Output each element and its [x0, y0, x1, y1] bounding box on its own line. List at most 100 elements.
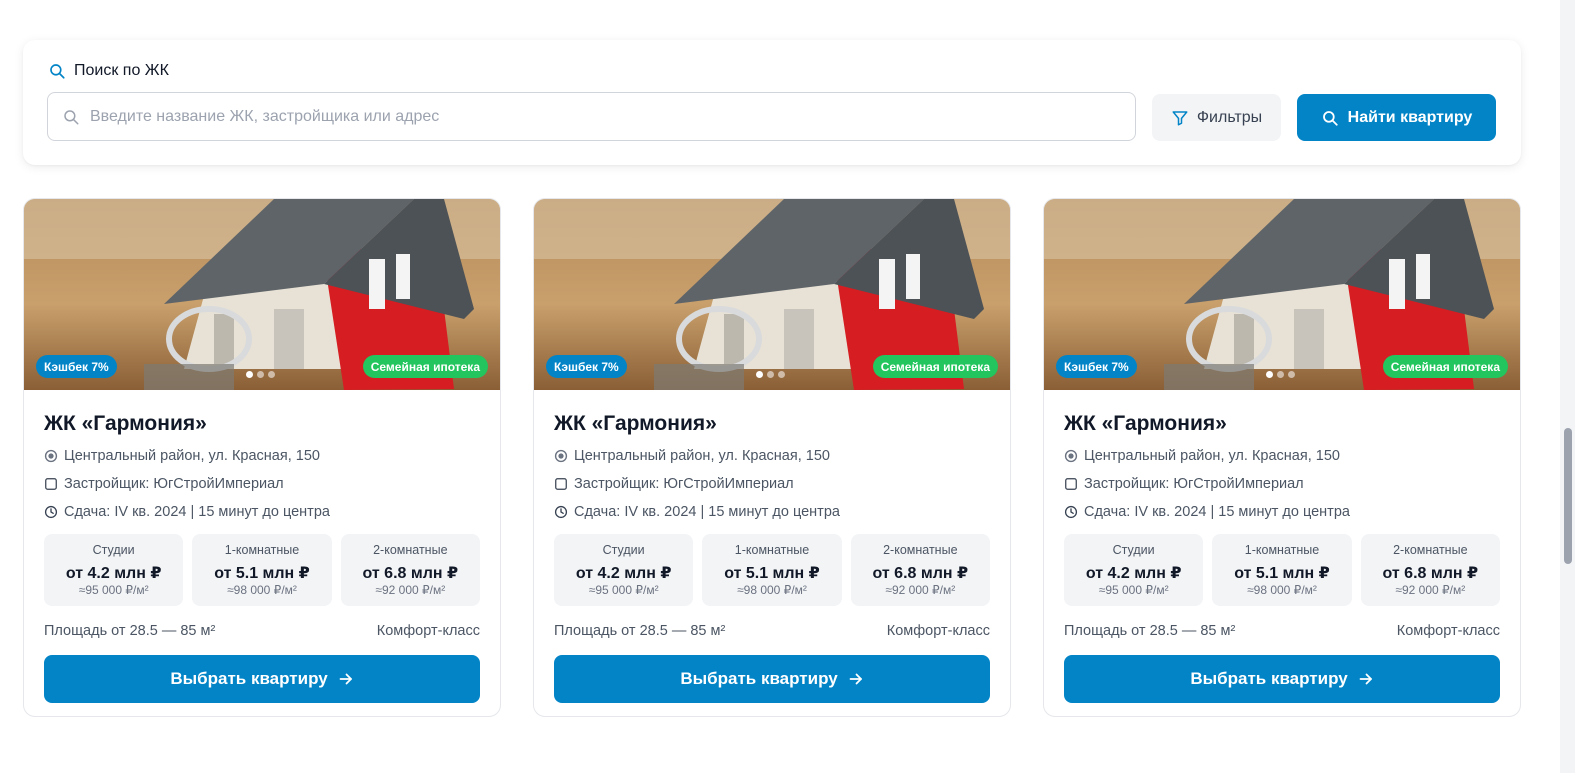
class-text: Комфорт-класс [376, 623, 480, 639]
arrow-right-icon [339, 673, 352, 685]
search-input[interactable] [90, 107, 1135, 126]
address-text: Центральный район, ул. Красная, 150 [1084, 448, 1340, 464]
address-row: Центральный район, ул. Красная, 150 [1064, 446, 1500, 466]
price-grid: Студии от 4.2 млн ₽ ≈95 000 ₽/м² 1-комна… [1064, 534, 1500, 606]
price-value: от 6.8 млн ₽ [362, 565, 459, 582]
clock-icon [554, 505, 568, 519]
select-apartment-button[interactable]: Выбрать квартиру [554, 655, 990, 703]
clock-icon [44, 505, 58, 519]
price-box-2-room: 2-комнатные от 6.8 млн ₽ ≈92 000 ₽/м² [850, 534, 990, 606]
price-label: 2-комнатные [373, 543, 448, 557]
family-mortgage-badge: Семейная ипотека [872, 355, 998, 378]
carousel-dot[interactable] [268, 371, 275, 378]
filter-icon [1172, 110, 1188, 125]
price-per-m2: ≈95 000 ₽/м² [1098, 583, 1169, 597]
price-label: 1-комнатные [734, 543, 810, 557]
price-grid: Студии от 4.2 млн ₽ ≈95 000 ₽/м² 1-комна… [554, 534, 990, 606]
search-title: Поиск по ЖК [48, 62, 169, 80]
carousel-dot[interactable] [1288, 371, 1295, 378]
search-panel: Поиск по ЖК Фильтры Найти квартиру [23, 40, 1521, 165]
area-text: Площадь от 28.5 — 85 м² [44, 623, 216, 639]
carousel-dot[interactable] [246, 371, 253, 378]
photo-carousel-dots [1266, 371, 1295, 378]
carousel-dot[interactable] [257, 371, 264, 378]
scrollbar-thumb[interactable] [1564, 428, 1572, 564]
delivery-row: Сдача: IV кв. 2024 | 15 минут до центра [1064, 502, 1500, 522]
photo-carousel-dots [756, 371, 785, 378]
complex-photo[interactable]: Кэшбек 7% Семейная ипотека [1044, 199, 1520, 390]
price-per-m2: ≈95 000 ₽/м² [588, 583, 659, 597]
delivery-text: Сдача: IV кв. 2024 | 15 минут до центра [1084, 504, 1350, 520]
find-apartment-button-label: Найти квартиру [1347, 108, 1473, 126]
delivery-row: Сдача: IV кв. 2024 | 15 минут до центра [44, 502, 480, 522]
search-title-text: Поиск по ЖК [74, 62, 169, 79]
carousel-dot[interactable] [756, 371, 763, 378]
carousel-dot[interactable] [767, 371, 774, 378]
complex-photo[interactable]: Кэшбек 7% Семейная ипотека [534, 199, 1010, 390]
location-icon [44, 449, 58, 463]
price-per-m2: ≈95 000 ₽/м² [78, 583, 149, 597]
building-icon [1065, 478, 1077, 490]
carousel-dot[interactable] [1277, 371, 1284, 378]
developer-text: Застройщик: ЮгСтройИмпериал [1084, 476, 1304, 492]
price-value: от 5.1 млн ₽ [214, 565, 310, 582]
delivery-text: Сдача: IV кв. 2024 | 15 минут до центра [574, 504, 840, 520]
price-label: 1-комнатные [1244, 543, 1320, 557]
address-text: Центральный район, ул. Красная, 150 [574, 448, 830, 464]
carousel-dot[interactable] [1266, 371, 1273, 378]
complex-title: ЖК «Гармония» [44, 412, 207, 435]
complex-title: ЖК «Гармония» [1064, 412, 1227, 435]
cashback-badge: Кэшбек 7% [1056, 355, 1137, 378]
price-value: от 4.2 млн ₽ [575, 565, 672, 582]
meta-row: Площадь от 28.5 — 85 м² Комфорт-класс [44, 623, 480, 643]
select-apartment-button[interactable]: Выбрать квартиру [44, 655, 480, 703]
complex-title: ЖК «Гармония» [554, 412, 717, 435]
price-per-m2: ≈98 000 ₽/м² [1247, 583, 1317, 597]
select-apartment-button-label: Выбрать квартиру [170, 669, 328, 688]
price-label: 1-комнатные [224, 543, 300, 557]
arrow-right-icon [849, 673, 862, 685]
page-scrollbar[interactable] [1560, 0, 1575, 773]
address-row: Центральный район, ул. Красная, 150 [44, 446, 480, 466]
address-text: Центральный район, ул. Красная, 150 [64, 448, 320, 464]
price-label: 2-комнатные [1393, 543, 1468, 557]
filters-button-label: Фильтры [1196, 108, 1263, 126]
search-icon [64, 109, 79, 124]
developer-row: Застройщик: ЮгСтройИмпериал [44, 474, 480, 494]
class-text: Комфорт-класс [1396, 623, 1500, 639]
complex-card[interactable]: Кэшбек 7% Семейная ипотека ЖК «Гармония»… [1043, 198, 1521, 717]
complex-card[interactable]: Кэшбек 7% Семейная ипотека ЖК «Гармония»… [533, 198, 1011, 717]
price-per-m2: ≈98 000 ₽/м² [737, 583, 807, 597]
price-label: Студии [602, 543, 645, 557]
price-value: от 5.1 млн ₽ [724, 565, 820, 582]
location-icon [1064, 449, 1078, 463]
area-text: Площадь от 28.5 — 85 м² [1064, 623, 1236, 639]
delivery-text: Сдача: IV кв. 2024 | 15 минут до центра [64, 504, 330, 520]
find-apartment-button[interactable]: Найти квартиру [1297, 94, 1496, 141]
arrow-right-icon [1359, 673, 1372, 685]
area-text: Площадь от 28.5 — 85 м² [554, 623, 726, 639]
developer-text: Застройщик: ЮгСтройИмпериал [64, 476, 284, 492]
price-box-studio: Студии от 4.2 млн ₽ ≈95 000 ₽/м² [554, 534, 694, 606]
clock-icon [1064, 505, 1078, 519]
cashback-badge: Кэшбек 7% [36, 355, 117, 378]
carousel-dot[interactable] [778, 371, 785, 378]
search-box[interactable] [47, 92, 1136, 141]
photo-carousel-dots [246, 371, 275, 378]
price-per-m2: ≈92 000 ₽/м² [1395, 583, 1466, 597]
family-mortgage-badge: Семейная ипотека [1382, 355, 1508, 378]
class-text: Комфорт-класс [886, 623, 990, 639]
meta-row: Площадь от 28.5 — 85 м² Комфорт-класс [1064, 623, 1500, 643]
filters-button[interactable]: Фильтры [1152, 94, 1281, 141]
price-value: от 6.8 млн ₽ [1382, 565, 1479, 582]
complex-card[interactable]: Кэшбек 7% Семейная ипотека ЖК «Гармония»… [23, 198, 501, 717]
meta-row: Площадь от 28.5 — 85 м² Комфорт-класс [554, 623, 990, 643]
price-box-2-room: 2-комнатные от 6.8 млн ₽ ≈92 000 ₽/м² [1360, 534, 1500, 606]
price-box-studio: Студии от 4.2 млн ₽ ≈95 000 ₽/м² [44, 534, 184, 606]
select-apartment-button[interactable]: Выбрать квартиру [1064, 655, 1500, 703]
price-label: Студии [92, 543, 135, 557]
complex-photo[interactable]: Кэшбек 7% Семейная ипотека [24, 199, 500, 390]
developer-row: Застройщик: ЮгСтройИмпериал [1064, 474, 1500, 494]
price-value: от 6.8 млн ₽ [872, 565, 969, 582]
price-grid: Студии от 4.2 млн ₽ ≈95 000 ₽/м² 1-комна… [44, 534, 480, 606]
